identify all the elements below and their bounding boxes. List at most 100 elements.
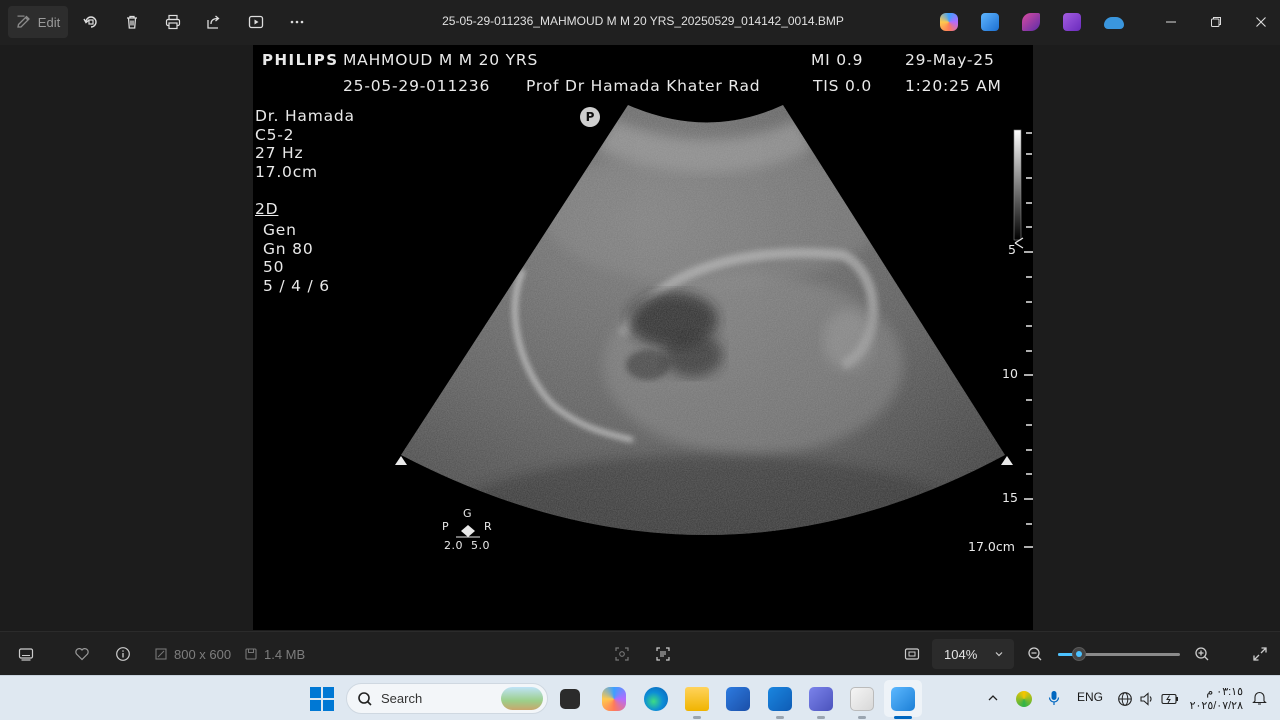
taskbar-store-icon[interactable]	[726, 687, 750, 711]
battery-icon[interactable]	[1161, 692, 1179, 706]
share-icon	[207, 15, 220, 29]
filmstrip-icon	[18, 648, 34, 661]
network-globe-icon[interactable]	[1117, 691, 1133, 707]
taskbar-search[interactable]: Search	[346, 683, 548, 714]
taskbar: Search ENG ٠٣:١٥ م ٢٠٢٥/٠٧/٢٨	[0, 675, 1280, 720]
trash-icon	[127, 15, 137, 29]
clock-time: ٠٣:١٥ م	[1206, 686, 1243, 698]
search-highlight-icon	[501, 687, 543, 710]
minimize-button[interactable]	[1154, 8, 1188, 36]
start-button[interactable]	[310, 687, 334, 711]
orientation-top-label: G	[463, 507, 473, 520]
slideshow-button[interactable]	[239, 6, 273, 38]
taskbar-clock[interactable]: ٠٣:١٥ م ٢٠٢٥/٠٧/٢٨	[1189, 685, 1243, 713]
visual-search-icon	[615, 647, 629, 661]
fit-to-window-button[interactable]	[904, 644, 920, 664]
taskbar-teams-icon[interactable]	[809, 687, 833, 711]
visual-search-button[interactable]	[614, 644, 630, 664]
clipchamp-icon[interactable]	[1022, 13, 1040, 31]
close-button[interactable]	[1244, 8, 1278, 36]
delete-button[interactable]	[115, 6, 149, 38]
taskbar-edge-icon[interactable]	[644, 687, 668, 711]
zoom-slider[interactable]	[1058, 647, 1180, 661]
imaging-mode: 2D	[255, 200, 279, 218]
photos-active-indicator	[894, 716, 912, 719]
zoom-out-button[interactable]	[1027, 644, 1043, 664]
search-icon	[358, 691, 372, 706]
video-editor-icon[interactable]	[1063, 13, 1081, 31]
taskbar-file-explorer-icon[interactable]	[685, 687, 709, 711]
share-button[interactable]	[197, 6, 231, 38]
dimensions-text: 800 x 600	[174, 646, 232, 662]
scan-depth: 17.0cm	[255, 163, 318, 181]
print-icon	[165, 14, 181, 30]
tray-overflow-chevron-icon[interactable]	[987, 692, 999, 704]
designer-icon[interactable]	[981, 13, 999, 31]
snipping-running-indicator	[858, 716, 866, 719]
ultrasound-scan	[395, 105, 1033, 548]
taskbar-snipping-icon[interactable]	[850, 687, 874, 711]
ultrasound-image[interactable]: PHILIPS MAHMOUD M M 20 YRS MI 0.9 29-May…	[253, 45, 1033, 630]
taskbar-outlook-icon[interactable]	[768, 687, 792, 711]
orientation-right-label: R	[484, 520, 493, 533]
status-bar: 800 x 600 1.4 MB 104%	[0, 631, 1280, 675]
operator-name: Dr. Hamada	[255, 107, 355, 125]
filmstrip-button[interactable]	[18, 644, 34, 664]
volume-icon[interactable]	[1139, 691, 1155, 707]
more-icon	[290, 20, 304, 24]
brand-logo: PHILIPS	[262, 51, 339, 69]
restore-button[interactable]	[1199, 8, 1233, 36]
windows-logo-icon	[310, 687, 321, 698]
zoom-in-button[interactable]	[1194, 644, 1210, 664]
print-button[interactable]	[156, 6, 190, 38]
study-id: 25-05-29-011236	[343, 77, 491, 95]
input-language[interactable]: ENG	[1077, 690, 1103, 704]
restore-icon	[1211, 17, 1221, 27]
file-info-button[interactable]	[115, 644, 131, 664]
probe-type: C5-2	[255, 126, 295, 144]
depth-end-label: 17.0cm	[968, 539, 1015, 554]
image-viewer[interactable]: PHILIPS MAHMOUD M M 20 YRS MI 0.9 29-May…	[0, 45, 1280, 631]
processing-settings: 5 / 4 / 6	[263, 277, 330, 295]
rotate-button[interactable]	[74, 6, 108, 38]
orientation-values: 2.0 5.0	[444, 539, 490, 552]
ocr-button[interactable]	[655, 644, 671, 664]
exam-date: 29-May-25	[905, 51, 995, 69]
depth-mark-5: 5	[1008, 242, 1016, 257]
zoom-value: 104%	[944, 646, 978, 662]
notification-bell-icon[interactable]	[1252, 690, 1267, 706]
dimensions-icon	[155, 648, 167, 660]
taskbar-copilot-icon[interactable]	[602, 687, 626, 711]
tray-app-icon[interactable]	[1016, 691, 1032, 707]
right-edge-marker-icon	[1001, 456, 1013, 465]
window-title: 25-05-29-011236_MAHMOUD M M 20 YRS_20250…	[442, 14, 844, 28]
info-icon	[116, 647, 130, 661]
frame-rate: 27 Hz	[255, 144, 304, 162]
exam-time: 1:20:25 AM	[905, 77, 1002, 95]
text-scan-icon	[656, 647, 670, 661]
mechanical-index: MI 0.9	[811, 51, 864, 69]
onedrive-icon[interactable]	[1104, 17, 1124, 29]
copilot-icon[interactable]	[940, 13, 958, 31]
patient-name: MAHMOUD M M 20 YRS	[343, 51, 539, 69]
outlook-running-indicator	[776, 716, 784, 719]
image-dimensions: 800 x 600	[154, 644, 231, 664]
microphone-icon[interactable]	[1047, 690, 1061, 706]
favorite-button[interactable]	[74, 644, 90, 664]
teams-running-indicator	[817, 716, 825, 719]
more-options-button[interactable]	[280, 6, 314, 38]
edit-label: Edit	[37, 14, 61, 30]
edit-button[interactable]: Edit	[8, 6, 68, 38]
taskbar-photos-icon[interactable]	[891, 687, 915, 711]
heart-icon	[75, 648, 89, 661]
orientation-icon	[461, 525, 475, 537]
grayscale-bar	[1013, 129, 1022, 241]
zoom-in-icon	[1195, 647, 1209, 661]
taskbar-terminal-icon[interactable]	[560, 689, 580, 709]
command-bar: Edit 25-05-29-011236_MAHMOUD M M 20 YRS_…	[0, 0, 1280, 45]
orientation-left-label: P	[442, 520, 450, 533]
zoom-dropdown[interactable]: 104%	[932, 639, 1014, 669]
file-size: 1.4 MB	[244, 644, 305, 664]
fullscreen-button[interactable]	[1252, 644, 1268, 664]
zoom-slider-thumb[interactable]	[1072, 647, 1086, 661]
